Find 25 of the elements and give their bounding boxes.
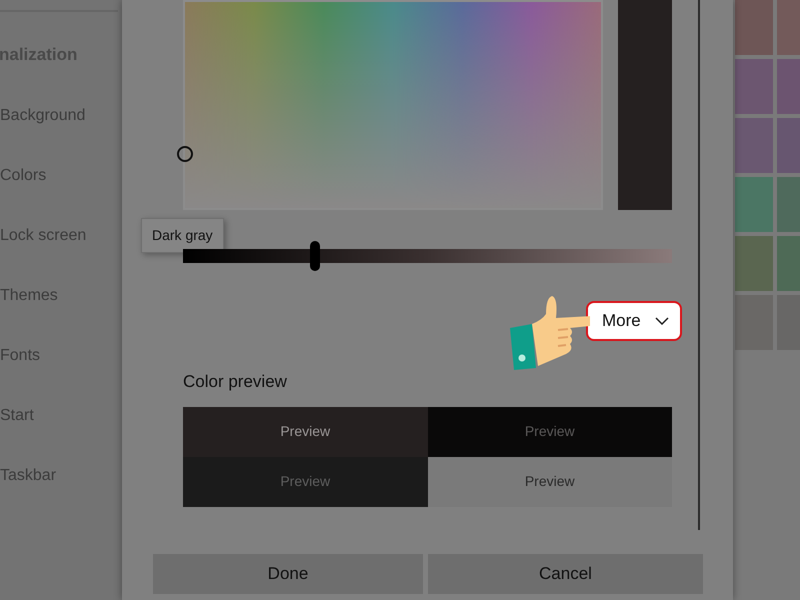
color-swatch[interactable] xyxy=(735,177,773,232)
sidebar-item[interactable]: Lock screen xyxy=(0,224,122,250)
sidebar-item[interactable]: Fonts xyxy=(0,344,122,370)
slider-thumb[interactable] xyxy=(310,241,320,271)
color-swatch[interactable] xyxy=(735,0,773,55)
more-button[interactable]: More xyxy=(586,301,682,341)
chevron-down-icon xyxy=(654,317,669,325)
scrollbar[interactable] xyxy=(698,0,700,530)
preview-swatch: Preview xyxy=(183,456,428,506)
sidebar-item[interactable]: Start xyxy=(0,404,122,430)
color-swatch[interactable] xyxy=(735,295,773,350)
color-swatch[interactable] xyxy=(735,236,773,291)
sidebar-item[interactable]: Taskbar xyxy=(0,464,122,490)
preview-swatch: Preview xyxy=(183,406,428,456)
sidebar-item[interactable]: Themes xyxy=(0,284,122,310)
dialog-button[interactable]: Cancel xyxy=(428,554,703,594)
preview-swatch: Preview xyxy=(428,406,672,456)
color-swatch[interactable] xyxy=(735,59,773,114)
dialog-button[interactable]: Done xyxy=(153,554,423,594)
sidebar-item[interactable]: Background xyxy=(0,104,122,130)
color-swatch[interactable] xyxy=(735,118,773,173)
color-spectrum[interactable] xyxy=(183,0,603,210)
picker-ring-icon xyxy=(177,146,193,162)
preview-swatch: Preview xyxy=(428,456,672,506)
section-title: Color preview xyxy=(183,371,288,393)
